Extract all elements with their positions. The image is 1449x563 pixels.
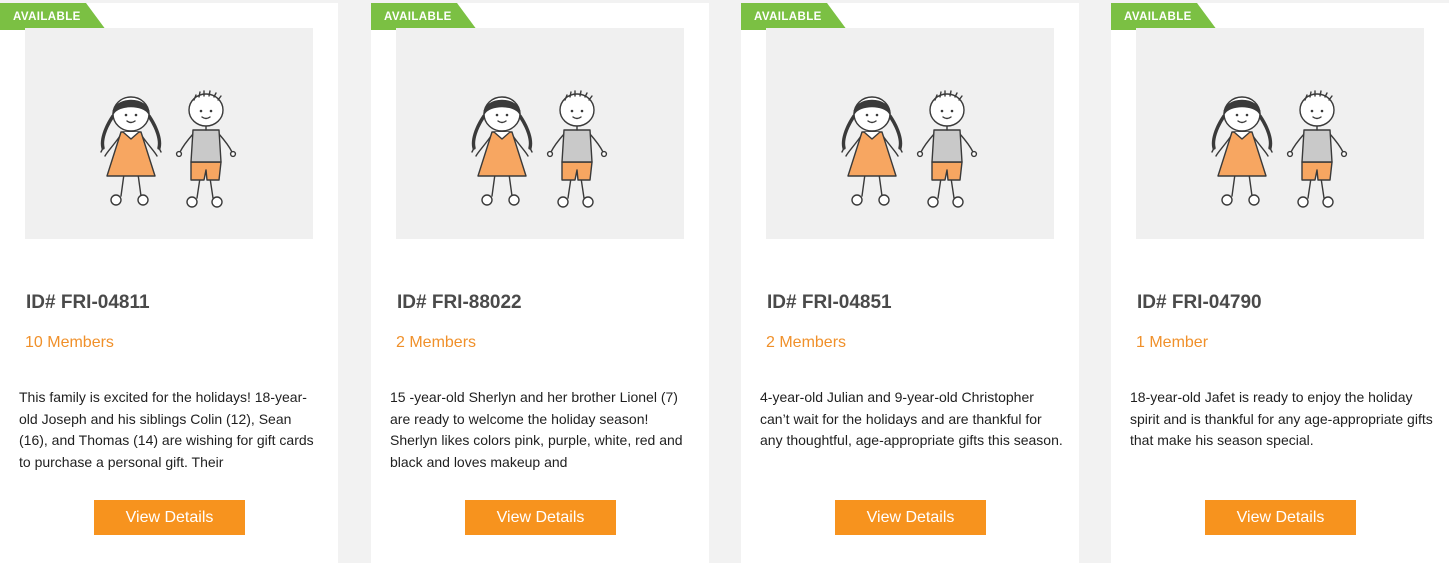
girl-figure [841,96,903,206]
family-id: ID# FRI-88022 [397,292,522,313]
availability-badge-label: AVAILABLE [754,11,822,23]
family-id: ID# FRI-04790 [1137,292,1262,313]
children-illustration-image [766,28,1054,239]
member-count: 1 Member [1136,334,1209,351]
availability-badge-label: AVAILABLE [13,11,81,23]
boy-figure [175,90,237,208]
children-illustration-icon [1211,90,1348,208]
family-card: AVAILABLE [1111,3,1449,563]
boy-figure [1286,90,1348,208]
children-illustration-image [25,28,313,239]
boy-figure [546,90,608,208]
member-count: 2 Members [396,334,477,351]
children-illustration-icon [100,90,237,208]
member-count: 2 Members [766,334,847,351]
family-card: AVAILABLE [741,3,1079,563]
view-details-button[interactable]: View Details [835,500,986,535]
children-illustration-icon [841,90,978,208]
children-illustration-image [396,28,684,239]
children-illustration-image [1136,28,1424,239]
availability-badge: AVAILABLE [0,3,106,30]
member-count: 10 Members [25,334,114,351]
children-illustration-icon [471,90,608,208]
availability-badge: AVAILABLE [1111,3,1217,30]
family-description: This family is excited for the holidays!… [19,389,314,470]
family-card: AVAILABLE [0,3,338,563]
boy-figure [916,90,978,208]
girl-figure [471,96,533,206]
availability-badge-label: AVAILABLE [384,11,452,23]
family-description: 15 -year-old Sherlyn and her brother Lio… [390,389,683,470]
view-details-button[interactable]: View Details [465,500,616,535]
availability-badge-label: AVAILABLE [1124,11,1192,23]
family-id: ID# FRI-04851 [767,292,892,313]
availability-badge: AVAILABLE [741,3,847,30]
girl-figure [1211,96,1273,206]
family-card-grid: AVAILABLE ID# FRI-04811 10 Members This … [0,0,1449,563]
family-description: 4-year-old Julian and 9-year-old Christo… [760,389,1063,448]
family-id: ID# FRI-04811 [26,292,150,313]
girl-figure [100,96,162,206]
family-card: AVAILABLE [371,3,709,563]
family-description: 18-year-old Jafet is ready to enjoy the … [1130,389,1433,448]
view-details-button[interactable]: View Details [1205,500,1356,535]
availability-badge: AVAILABLE [371,3,477,30]
view-details-button[interactable]: View Details [94,500,245,535]
